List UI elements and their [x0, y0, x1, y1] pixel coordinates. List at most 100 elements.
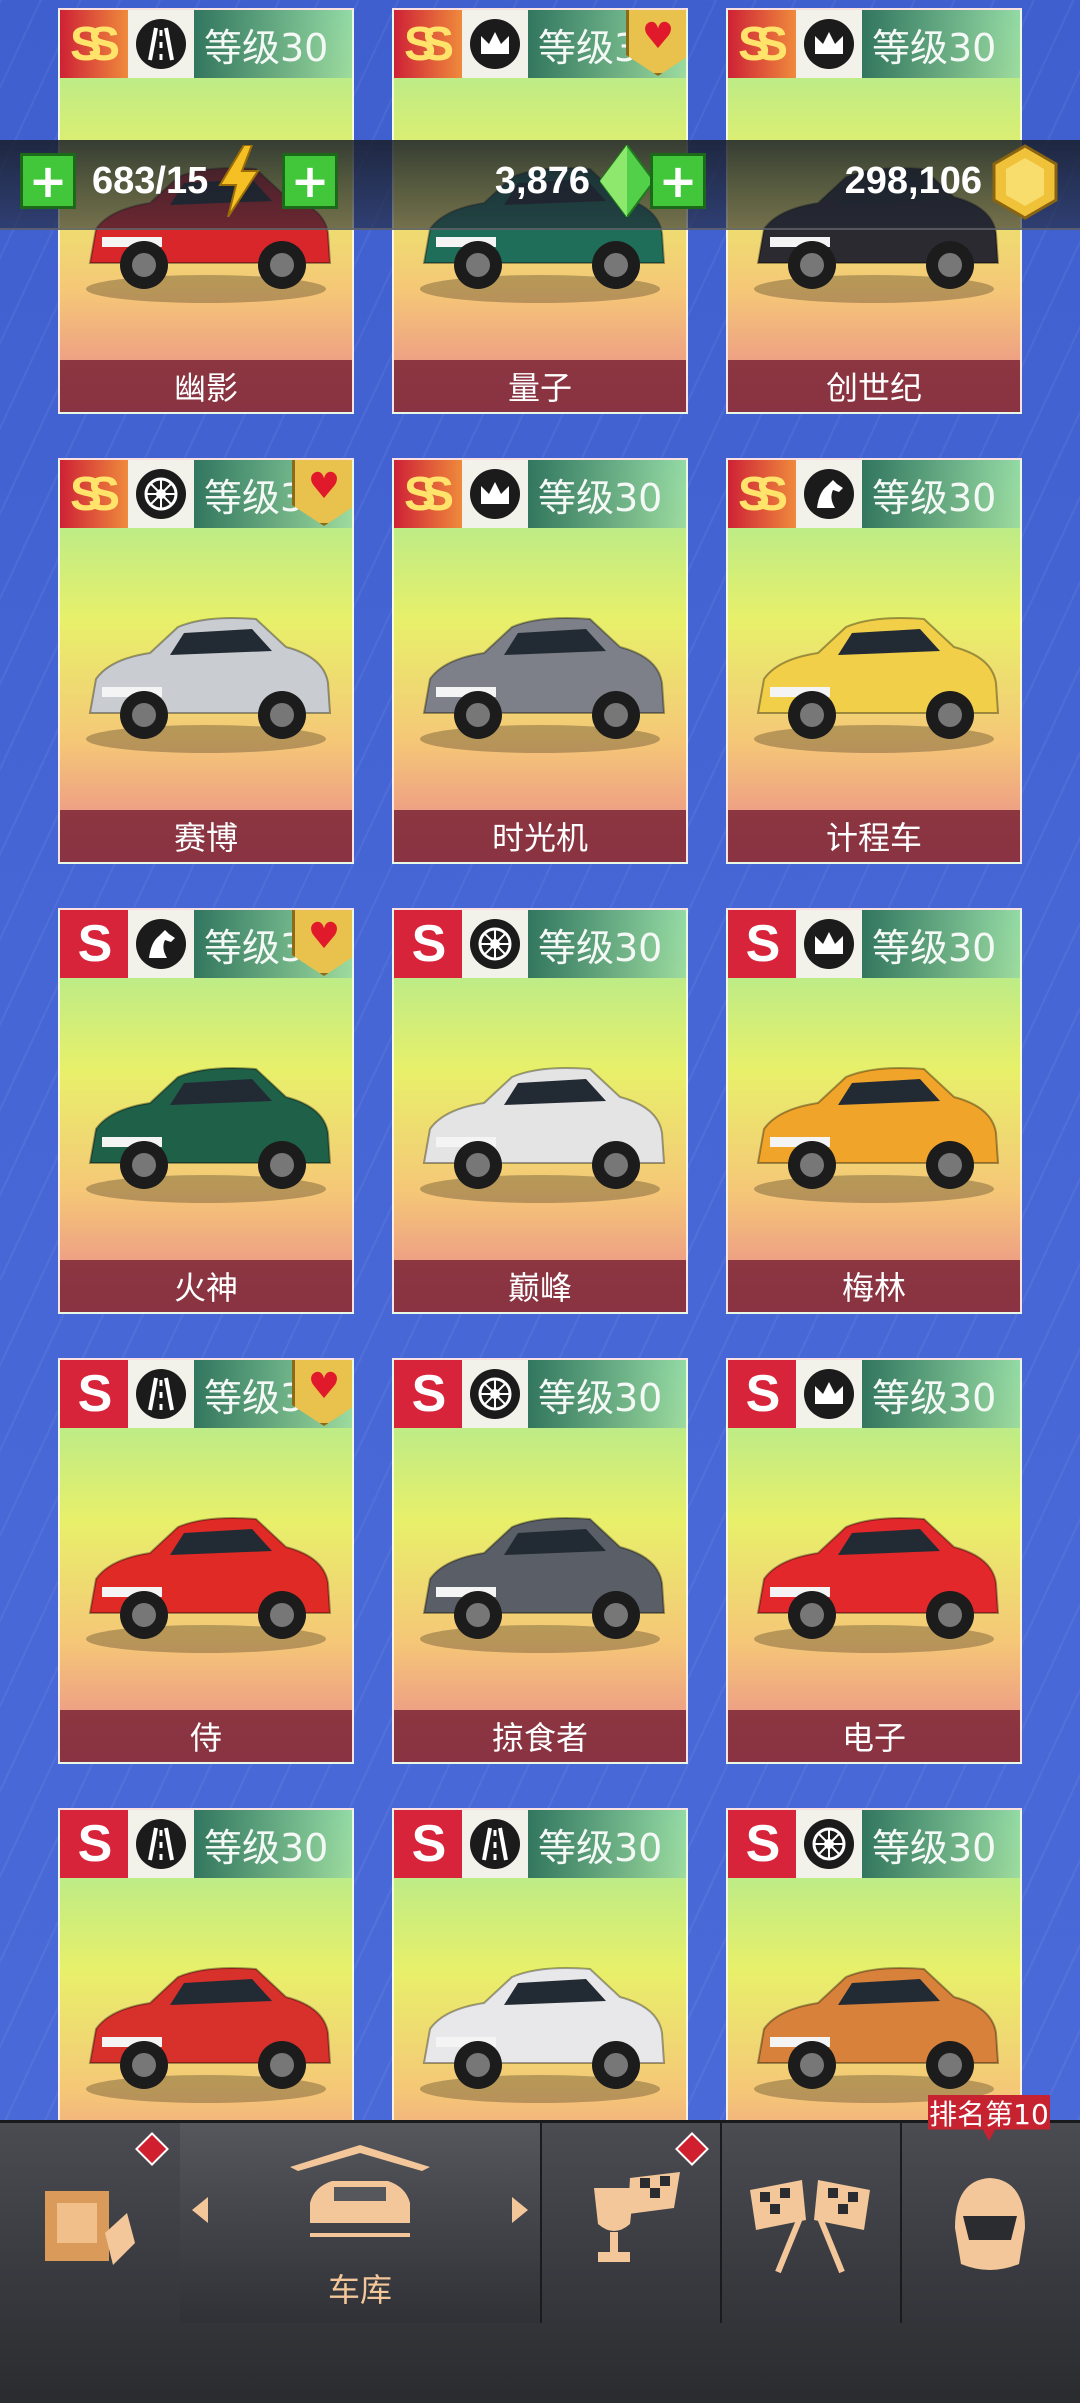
add-energy-button[interactable]: + [20, 153, 76, 209]
nav-shop[interactable] [0, 2123, 182, 2323]
road-icon [136, 1819, 186, 1869]
add-gems-button[interactable]: + [282, 153, 338, 209]
car-tag [796, 10, 862, 78]
horse-icon [136, 919, 186, 969]
road-icon [136, 19, 186, 69]
card-header: S 等级30 [394, 910, 686, 978]
car-tag [462, 10, 528, 78]
car-card[interactable]: SS 等级30 时光机 [392, 458, 688, 864]
card-header: S 等级30 [394, 1810, 686, 1878]
rank-badge: S [728, 910, 796, 978]
car-card[interactable]: S 等级30 [726, 1808, 1022, 2120]
car-level: 等级30 [528, 460, 686, 528]
garage-car-icon [290, 2145, 430, 2237]
car-image [60, 528, 352, 798]
car-card[interactable]: S 等级30 [58, 1808, 354, 2120]
nav-garage[interactable]: 车库 [180, 2123, 542, 2323]
car-card[interactable]: S 等级30 [392, 1808, 688, 2120]
car-name: 掠食者 [394, 1710, 686, 1762]
horse-icon [804, 469, 854, 519]
car-image [394, 1428, 686, 1698]
coins-value: 298,106 [844, 159, 982, 202]
car-image [60, 978, 352, 1248]
car-image [394, 528, 686, 798]
car-name: 幽影 [60, 360, 352, 412]
trophy-icon [594, 2172, 680, 2262]
car-card[interactable]: SS 等级30 计程车 [726, 458, 1022, 864]
energy-counter: + 683/15 [20, 145, 262, 217]
shop-notification-dot [135, 2132, 169, 2166]
car-card[interactable]: S 等级30 巅峰 [392, 908, 688, 1314]
trophy-notification-dot [675, 2132, 709, 2166]
gems-counter: + 3,876 [282, 145, 654, 217]
crown-icon [470, 469, 520, 519]
car-card[interactable]: S 等级30 梅林 [726, 908, 1022, 1314]
rank-badge: S [394, 1810, 462, 1878]
car-level: 等级30 [862, 910, 1020, 978]
car-tag [462, 1360, 528, 1428]
car-level: 等级30 [528, 1810, 686, 1878]
car-card[interactable]: S 等级3 ♥ 侍 [58, 1358, 354, 1764]
left-arrow-icon [192, 2197, 208, 2223]
rank-badge: SS [60, 10, 128, 78]
car-card[interactable]: S 等级30 电子 [726, 1358, 1022, 1764]
car-tag [462, 910, 528, 978]
lightning-icon [218, 145, 261, 217]
wheel-icon [136, 469, 186, 519]
rank-badge: 排名第10 [928, 2095, 1050, 2141]
card-header: S 等级30 [60, 1810, 352, 1878]
car-image [394, 1878, 686, 2120]
car-tag [128, 10, 194, 78]
car-level: 等级30 [528, 1360, 686, 1428]
card-header: SS 等级30 [728, 460, 1020, 528]
car-level: 等级30 [862, 460, 1020, 528]
car-tag [128, 1810, 194, 1878]
car-tag [128, 460, 194, 528]
car-tag [462, 1810, 528, 1878]
card-header: S 等级30 [394, 1360, 686, 1428]
car-level: 等级30 [862, 1810, 1020, 1878]
rank-badge: S [728, 1360, 796, 1428]
card-header: S 等级30 [728, 1810, 1020, 1878]
car-grid: SS 等级30 幽影 SS 等级3 ♥ 量子 SS 等级30 创世纪 SS 等级3 ♥ 赛博 SS 等级30 时… [0, 0, 1080, 2120]
wheel-icon [804, 1819, 854, 1869]
nav-race[interactable] [720, 2123, 902, 2323]
car-image [60, 1878, 352, 2120]
add-coins-button[interactable]: + [650, 153, 706, 209]
rank-badge: SS [728, 460, 796, 528]
rank-badge: SS [394, 460, 462, 528]
car-card[interactable]: S 等级3 ♥ 火神 [58, 908, 354, 1314]
coins-counter: + 298,106 [650, 144, 1060, 220]
crown-icon [804, 19, 854, 69]
car-level: 等级30 [862, 1360, 1020, 1428]
car-image [728, 1878, 1020, 2120]
car-tag [796, 460, 862, 528]
car-image [60, 1428, 352, 1698]
nav-trophies[interactable] [540, 2123, 722, 2323]
right-arrow-icon [512, 2197, 528, 2223]
crown-icon [804, 1369, 854, 1419]
car-level: 等级30 [528, 910, 686, 978]
car-card[interactable]: S 等级30 掠食者 [392, 1358, 688, 1764]
car-name: 时光机 [394, 810, 686, 862]
helmet-icon [955, 2178, 1025, 2270]
shop-icon [45, 2191, 135, 2265]
car-name: 巅峰 [394, 1260, 686, 1312]
energy-value: 683/15 [92, 159, 209, 202]
rank-badge: S [60, 1360, 128, 1428]
crown-icon [804, 919, 854, 969]
nav-profile[interactable]: 排名第10 [900, 2095, 1080, 2323]
rank-badge: S [394, 910, 462, 978]
wheel-icon [470, 1369, 520, 1419]
car-level: 等级30 [194, 1810, 352, 1878]
car-name: 量子 [394, 360, 686, 412]
coin-icon [992, 144, 1058, 220]
car-tag [462, 460, 528, 528]
car-card[interactable]: SS 等级3 ♥ 赛博 [58, 458, 354, 864]
car-name: 梅林 [728, 1260, 1020, 1312]
car-tag [796, 910, 862, 978]
car-level: 等级30 [194, 10, 352, 78]
rank-badge: S [394, 1360, 462, 1428]
card-header: S 等级30 [728, 1360, 1020, 1428]
card-header: SS 等级30 [60, 10, 352, 78]
